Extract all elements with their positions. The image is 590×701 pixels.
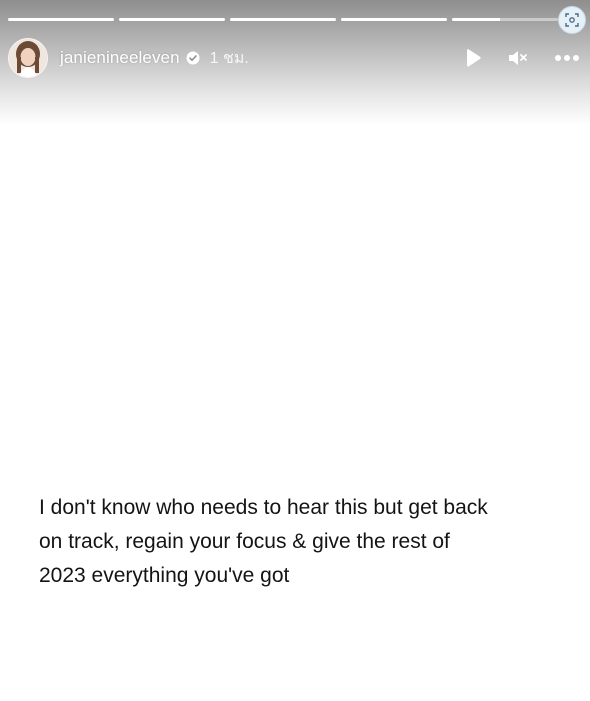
progress-segment [341, 18, 447, 21]
progress-fill [8, 18, 114, 21]
progress-segment [119, 18, 225, 21]
progress-fill [452, 18, 500, 21]
progress-fill [230, 18, 336, 21]
avatar[interactable] [8, 38, 48, 78]
progress-segment [8, 18, 114, 21]
story-progress-bar [8, 18, 558, 21]
username[interactable]: janienineeleven [60, 48, 180, 68]
screen-capture-icon[interactable] [558, 6, 586, 34]
story-text: I don't know who needs to hear this but … [39, 496, 488, 587]
play-icon[interactable] [464, 48, 482, 68]
story-header: janienineeleven 1 ชม. [8, 36, 582, 80]
story-controls [464, 48, 580, 68]
post-time: 1 ชม. [209, 49, 249, 67]
progress-fill [119, 18, 225, 21]
progress-segment [452, 18, 558, 21]
progress-fill [341, 18, 447, 21]
progress-segment [230, 18, 336, 21]
more-options-icon[interactable] [554, 54, 580, 62]
verified-badge-icon [186, 51, 200, 65]
speaker-muted-icon[interactable] [508, 49, 528, 67]
story-viewer[interactable]: janienineeleven 1 ชม. I don't know who n… [0, 0, 590, 701]
